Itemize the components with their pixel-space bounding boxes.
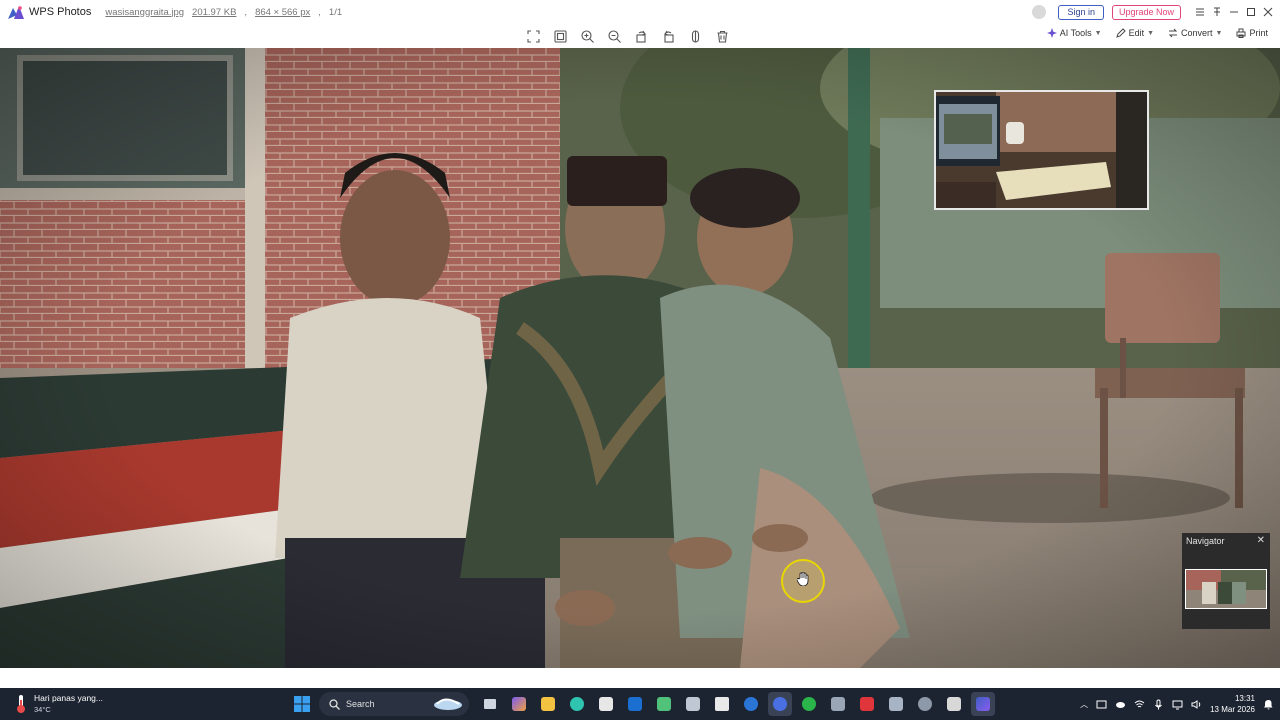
minimize-icon[interactable] bbox=[1225, 0, 1242, 24]
flip-icon[interactable] bbox=[686, 27, 704, 45]
notification-bell-icon[interactable] bbox=[1263, 699, 1274, 710]
view-tools bbox=[524, 27, 731, 45]
blue-app-icon[interactable] bbox=[739, 692, 763, 716]
edit-icon bbox=[1115, 28, 1126, 38]
rotate-left-icon[interactable] bbox=[632, 27, 650, 45]
user-avatar-icon[interactable] bbox=[1032, 5, 1047, 19]
convert-icon bbox=[1168, 28, 1178, 38]
maximize-icon[interactable] bbox=[1242, 0, 1259, 24]
edit-label: Edit bbox=[1128, 28, 1145, 38]
edit-menu[interactable]: Edit ▼ bbox=[1115, 28, 1155, 38]
notepad-icon[interactable] bbox=[652, 692, 676, 716]
title-bar: WPS Photos wasisanggraita.jpg 201.97 KB … bbox=[0, 0, 1280, 24]
toolbar-actions: AI Tools ▼ Edit ▼ Convert ▼ Print bbox=[1046, 28, 1268, 38]
navigator-title: Navigator bbox=[1186, 536, 1225, 546]
image-canvas[interactable]: Navigator ✕ bbox=[0, 48, 1280, 668]
rotate-right-icon[interactable] bbox=[659, 27, 677, 45]
scanner-app-icon[interactable] bbox=[710, 692, 734, 716]
separator: , bbox=[318, 6, 321, 18]
file-name[interactable]: wasisanggraita.jpg bbox=[105, 7, 184, 18]
weather-widget[interactable]: Hari panas yang... 34°C bbox=[14, 693, 103, 715]
ai-tools-menu[interactable]: AI Tools ▼ bbox=[1046, 28, 1102, 38]
chevron-up-icon[interactable]: ︿ bbox=[1080, 699, 1088, 710]
microsoft-store-icon[interactable] bbox=[594, 692, 618, 716]
chevron-down-icon: ▼ bbox=[1147, 29, 1155, 37]
file-explorer-icon[interactable] bbox=[536, 692, 560, 716]
zoom-in-icon[interactable] bbox=[578, 27, 596, 45]
taskbar-search[interactable]: Search bbox=[319, 692, 469, 716]
clock[interactable]: 13:31 13 Mar 2026 bbox=[1210, 693, 1255, 715]
wps-photos-logo-icon bbox=[8, 6, 24, 19]
app-name: WPS Photos bbox=[29, 6, 92, 18]
print-button[interactable]: Print bbox=[1236, 28, 1268, 38]
chrome-app-icon[interactable] bbox=[768, 692, 792, 716]
search-icon bbox=[329, 698, 340, 710]
convert-label: Convert bbox=[1181, 28, 1213, 38]
status-strip bbox=[0, 668, 1280, 688]
title-bar-controls: Sign in Upgrade Now bbox=[1032, 0, 1280, 24]
file-info: wasisanggraita.jpg 201.97 KB , 864 × 566… bbox=[105, 7, 342, 18]
convert-menu[interactable]: Convert ▼ bbox=[1168, 28, 1222, 38]
weather-temperature: 34°C bbox=[34, 705, 51, 714]
taskbar: Hari panas yang... 34°C Search ︿ 13:31 1… bbox=[0, 688, 1280, 720]
image-dimensions: 864 × 566 px bbox=[255, 6, 311, 18]
widgets-icon[interactable] bbox=[507, 692, 531, 716]
search-highlight-icon bbox=[434, 698, 462, 710]
menu-icon[interactable] bbox=[1191, 0, 1208, 24]
search-label: Search bbox=[346, 699, 375, 709]
weather-description: Hari panas yang... bbox=[34, 693, 103, 703]
chevron-down-icon: ▼ bbox=[1094, 29, 1102, 37]
whatsapp-icon[interactable] bbox=[797, 692, 821, 716]
hand-cursor-icon bbox=[797, 572, 809, 586]
sparkle-icon bbox=[1046, 28, 1057, 38]
tray-app-icon[interactable] bbox=[1096, 699, 1107, 710]
fit-to-window-icon[interactable] bbox=[551, 27, 569, 45]
network-app-icon[interactable] bbox=[826, 692, 850, 716]
fullscreen-icon[interactable] bbox=[524, 27, 542, 45]
webcam-overlay bbox=[934, 90, 1149, 210]
microphone-icon[interactable] bbox=[1153, 699, 1164, 710]
taskbar-apps: Search bbox=[290, 692, 995, 716]
wps-photos-window: WPS Photos wasisanggraita.jpg 201.97 KB … bbox=[0, 0, 1280, 688]
remote-desktop-icon[interactable] bbox=[884, 692, 908, 716]
page-index: 1/1 bbox=[328, 6, 343, 18]
upgrade-now-button[interactable]: Upgrade Now bbox=[1111, 4, 1181, 20]
settings-icon[interactable] bbox=[913, 692, 937, 716]
file-size: 201.97 KB bbox=[192, 6, 237, 18]
wps-photos-taskbar-icon[interactable] bbox=[971, 692, 995, 716]
volume-icon[interactable] bbox=[1191, 699, 1202, 710]
clock-date: 13 Mar 2026 bbox=[1210, 705, 1255, 714]
delete-icon[interactable] bbox=[713, 27, 731, 45]
display-icon[interactable] bbox=[1172, 699, 1183, 710]
webcam-image bbox=[936, 92, 1147, 208]
thermometer-icon bbox=[17, 695, 25, 713]
wifi-icon[interactable] bbox=[1134, 699, 1145, 710]
outlook-icon[interactable] bbox=[623, 692, 647, 716]
chevron-down-icon: ▼ bbox=[1215, 29, 1223, 37]
pen-app-icon[interactable] bbox=[942, 692, 966, 716]
system-tray: ︿ 13:31 13 Mar 2026 bbox=[1080, 688, 1274, 720]
printer-icon bbox=[1236, 28, 1246, 38]
print-label: Print bbox=[1249, 28, 1268, 38]
separator: , bbox=[244, 6, 248, 18]
onedrive-icon[interactable] bbox=[1115, 699, 1126, 710]
navigator-close-icon[interactable]: ✕ bbox=[1257, 535, 1265, 546]
clock-time: 13:31 bbox=[1234, 694, 1255, 703]
close-icon[interactable] bbox=[1259, 0, 1276, 24]
navigator-panel: Navigator ✕ bbox=[1182, 533, 1270, 629]
ai-tools-label: AI Tools bbox=[1059, 28, 1092, 38]
windows-start-icon[interactable] bbox=[290, 692, 314, 716]
edge-browser-icon[interactable] bbox=[565, 692, 589, 716]
navigator-thumbnail-image bbox=[1186, 570, 1266, 608]
toolbar: AI Tools ▼ Edit ▼ Convert ▼ Print bbox=[0, 24, 1280, 48]
zoom-out-icon[interactable] bbox=[605, 27, 623, 45]
sign-in-button[interactable]: Sign in bbox=[1058, 4, 1104, 20]
task-view-icon[interactable] bbox=[478, 692, 502, 716]
pin-icon[interactable] bbox=[1208, 0, 1225, 24]
wps-office-icon[interactable] bbox=[855, 692, 879, 716]
calculator-icon[interactable] bbox=[681, 692, 705, 716]
navigator-thumbnail[interactable] bbox=[1185, 569, 1267, 609]
